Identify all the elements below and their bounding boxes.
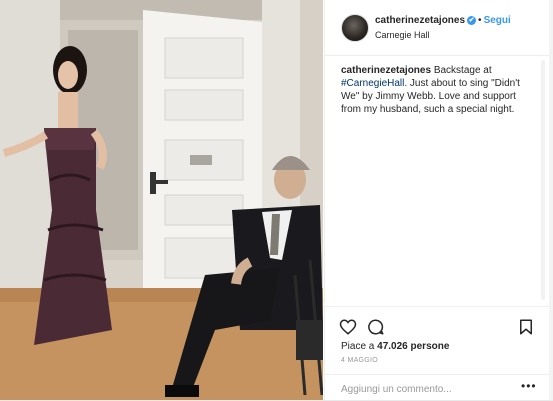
follow-button[interactable]: Segui: [484, 15, 511, 26]
bookmark-icon[interactable]: [517, 318, 535, 336]
caption-hashtag-link[interactable]: #CarnegieHall: [341, 78, 404, 89]
likes-prefix: Piace a: [341, 341, 378, 352]
post-side-panel: catherinezetajones ✔ • Segui Carnegie Hall …: [324, 0, 549, 400]
likes-count[interactable]: Piace a 47.026 persone: [341, 341, 449, 352]
backstage-photo: [0, 0, 323, 400]
post-date[interactable]: 4 MAGGIO: [341, 357, 378, 364]
avatar[interactable]: [341, 14, 369, 42]
caption-username-link[interactable]: catherinezetajones: [341, 65, 431, 76]
comment-box: •••: [325, 374, 549, 401]
likes-suffix: persone: [407, 341, 450, 352]
header-separator: •: [478, 15, 482, 26]
verified-badge-icon: ✔: [467, 15, 477, 25]
window-scroll-track: [549, 0, 553, 400]
instagram-post: catherinezetajones ✔ • Segui Carnegie Hall …: [0, 0, 549, 400]
comment-input[interactable]: [339, 380, 513, 398]
post-header: catherinezetajones ✔ • Segui Carnegie Hall: [325, 0, 549, 56]
caption-text-part: Backstage at: [431, 65, 492, 76]
location-link[interactable]: Carnegie Hall: [375, 30, 430, 40]
post-photo[interactable]: [0, 0, 323, 400]
header-user-line: catherinezetajones ✔ • Segui: [375, 15, 511, 26]
post-caption: catherinezetajones Backstage at #Carnegi…: [341, 64, 537, 116]
heart-icon[interactable]: [339, 318, 357, 336]
comments-scrollbar[interactable]: [541, 60, 545, 300]
more-options-icon[interactable]: •••: [521, 379, 537, 393]
likes-number: 47.026: [377, 341, 408, 352]
username-link[interactable]: catherinezetajones: [375, 15, 465, 26]
comment-icon[interactable]: [367, 318, 385, 336]
